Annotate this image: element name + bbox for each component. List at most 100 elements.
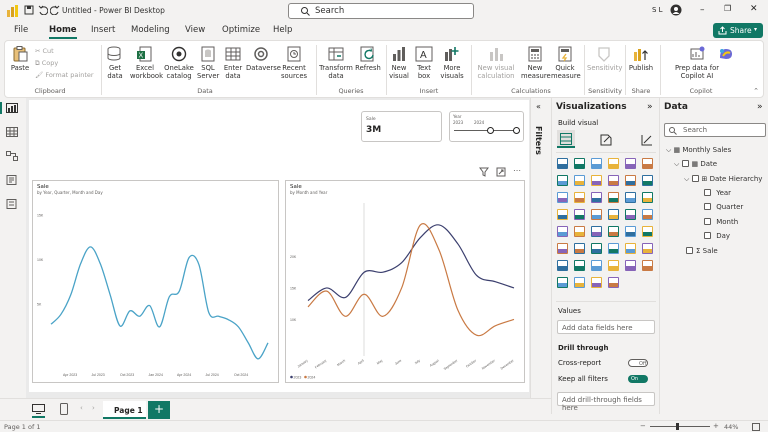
visual-type-icon[interactable] (608, 158, 619, 169)
visual-type-icon[interactable] (574, 175, 585, 186)
zoom-slider[interactable] (650, 426, 710, 427)
tree-level-day[interactable]: Day (704, 232, 730, 240)
add-page-button[interactable]: + (148, 401, 170, 419)
sql-server-button[interactable]: SQL Server (197, 46, 219, 80)
new-measure-button[interactable]: New measure (521, 46, 551, 80)
cut-button[interactable]: ✂ Cut (35, 47, 54, 55)
data-search-input[interactable]: Search (664, 123, 766, 137)
visual-type-icon[interactable] (574, 192, 585, 203)
new-visual-button[interactable]: New visual (388, 46, 410, 80)
visual-type-icon[interactable] (642, 260, 653, 271)
visual-type-icon[interactable] (642, 175, 653, 186)
restore-icon[interactable]: ❐ (724, 4, 731, 13)
visual-type-icon[interactable] (608, 175, 619, 186)
visual-type-icon[interactable] (625, 243, 636, 254)
year-slicer[interactable]: Year 2023 2024 (449, 111, 524, 142)
visual-type-icon[interactable] (557, 243, 568, 254)
more-visuals-button[interactable]: More visuals (437, 46, 467, 80)
tree-level-quarter[interactable]: Quarter (704, 203, 743, 211)
right-line-chart[interactable]: Sale by Month and Year 20K 15K 10K January F… (285, 180, 525, 383)
dataverse-button[interactable]: Dataverse (246, 46, 281, 72)
visual-type-icon[interactable] (625, 209, 636, 220)
prev-page-icon[interactable]: ‹ (80, 404, 83, 412)
transform-data-button[interactable]: Transform data (319, 46, 353, 80)
tree-level-month[interactable]: Month (704, 218, 738, 226)
visual-type-icon[interactable] (557, 175, 568, 186)
tree-date-hierarchy[interactable]: ⌵ ⊞ Date Hierarchy (684, 175, 762, 184)
minimize-icon[interactable]: – (700, 5, 705, 15)
visual-type-icon[interactable] (608, 226, 619, 237)
visual-type-icon[interactable] (642, 243, 653, 254)
fit-to-page-icon[interactable] (752, 423, 760, 431)
visual-type-icon[interactable] (591, 260, 602, 271)
format-painter-button[interactable]: 🖌 Format painter (35, 71, 94, 79)
recent-sources-button[interactable]: Recent sources (278, 46, 310, 80)
redo-icon[interactable] (50, 5, 60, 15)
visual-type-icon[interactable] (625, 158, 636, 169)
collapse-ribbon-icon[interactable]: ⌃ (753, 87, 759, 95)
avatar[interactable] (670, 4, 682, 16)
new-visual-calculation-button[interactable]: New visual calculation (475, 46, 517, 80)
drill-through-well[interactable]: Add drill-through fields here (557, 392, 655, 412)
tree-level-year[interactable]: Year (704, 189, 731, 197)
tree-table-monthly-sales[interactable]: ⌵ ▦ Monthly Sales (666, 146, 731, 155)
tab-file[interactable]: File (14, 25, 28, 35)
visual-type-icon[interactable] (591, 158, 602, 169)
mobile-layout-icon[interactable] (60, 403, 68, 415)
visual-type-icon[interactable] (557, 277, 568, 288)
visual-type-icon[interactable] (608, 243, 619, 254)
visual-type-icon[interactable] (591, 277, 602, 288)
onelake-catalog-button[interactable]: OneLake catalog (163, 46, 195, 80)
more-options-icon[interactable]: ⋯ (513, 166, 521, 175)
sensitivity-button[interactable]: Sensitivity (587, 46, 622, 72)
slicer-handle-start[interactable] (486, 127, 494, 134)
zoom-in-icon[interactable]: + (713, 422, 719, 430)
visual-type-icon[interactable] (591, 209, 602, 220)
visual-type-icon[interactable] (574, 209, 585, 220)
page-tab-1[interactable]: Page 1 (103, 401, 146, 419)
build-visual-tab[interactable] (557, 130, 575, 148)
sale-card[interactable]: Sale 3M (361, 111, 442, 142)
table-view-icon[interactable] (6, 127, 18, 137)
zoom-out-icon[interactable]: − (640, 422, 646, 430)
left-line-chart[interactable]: Sale by Year, Quarter, Month and Day 15K… (32, 180, 279, 383)
slicer-handle-end[interactable] (513, 127, 521, 134)
keep-all-filters-toggle[interactable]: On (628, 375, 648, 383)
close-icon[interactable]: ✕ (750, 4, 758, 14)
text-box-button[interactable]: A Text box (413, 46, 435, 80)
values-well[interactable]: Add data fields here (557, 320, 655, 334)
collapse-filters-icon[interactable]: « (536, 102, 541, 111)
visual-type-icon[interactable] (591, 243, 602, 254)
refresh-button[interactable]: Refresh (355, 46, 381, 72)
visual-type-icon[interactable] (591, 192, 602, 203)
visual-type-icon[interactable] (557, 260, 568, 271)
paste-button[interactable]: Paste (9, 46, 31, 72)
undo-icon[interactable] (38, 5, 48, 15)
visual-type-icon[interactable] (625, 192, 636, 203)
collapse-viz-icon[interactable]: » (647, 102, 653, 112)
report-page[interactable]: Sale 3M Year 2023 2024 ⋯ Sale by Year, Q… (29, 100, 529, 392)
tab-home[interactable]: Home (49, 25, 77, 39)
search-input[interactable]: Search (288, 3, 474, 19)
zoom-handle[interactable] (676, 423, 679, 430)
focus-mode-icon[interactable] (496, 167, 506, 177)
visual-type-icon[interactable] (608, 277, 619, 288)
visual-type-icon[interactable] (608, 209, 619, 220)
analytics-icon[interactable] (640, 133, 654, 147)
visual-type-icon[interactable] (574, 277, 585, 288)
filters-label[interactable]: Filters (534, 126, 543, 155)
tmdl-view-icon[interactable] (6, 199, 18, 209)
visual-type-icon[interactable] (574, 158, 585, 169)
copilot-button[interactable] (715, 46, 737, 64)
visual-type-icon[interactable] (574, 243, 585, 254)
visual-type-icon[interactable] (642, 209, 653, 220)
dax-query-view-icon[interactable] (6, 175, 18, 185)
quick-measure-button[interactable]: Quick measure (551, 46, 581, 80)
report-view-icon[interactable] (6, 103, 18, 113)
desktop-layout-icon[interactable] (32, 404, 45, 414)
visual-type-icon[interactable] (642, 192, 653, 203)
model-view-icon[interactable] (6, 151, 18, 161)
next-page-icon[interactable]: › (92, 404, 95, 412)
tab-view[interactable]: View (185, 25, 205, 35)
visual-type-icon[interactable] (557, 209, 568, 220)
